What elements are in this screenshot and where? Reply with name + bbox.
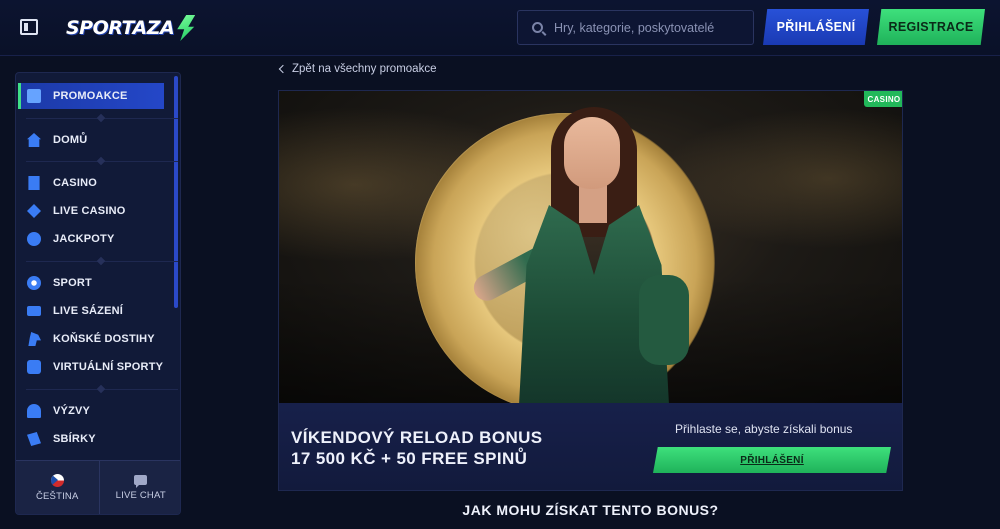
cards-collection-icon [27,432,41,446]
promo-login-button[interactable]: PŘIHLÁŠENÍ [653,447,891,473]
logo-bolt-icon [177,15,196,41]
live-chat-label: LIVE CHAT [115,489,166,501]
back-to-promotions-link[interactable]: Zpět na všechny promoakce [278,63,437,75]
sidebar-item-domu[interactable]: DOMŮ [18,127,164,153]
register-button[interactable]: REGISTRACE [877,9,985,45]
promo-title-line1: VÍKENDOVÝ RELOAD BONUS [291,428,543,447]
sidebar-item-virtualni-sporty[interactable]: VIRTUÁLNÍ SPORTY [18,354,164,380]
sidebar-item-vyzvy[interactable]: VÝZVY [18,398,164,424]
back-link-label: Zpět na všechny promoakce [292,63,437,75]
search-placeholder: Hry, kategorie, poskytovatelé [554,20,715,35]
medal-icon [27,404,41,418]
live-chat-button[interactable]: LIVE CHAT [98,461,181,514]
virtual-sports-icon [27,360,41,374]
login-button[interactable]: PŘIHLÁŠENÍ [763,9,869,45]
sidebar: PROMOAKCE DOMŮ CASINO LIVE CASINO JACKPO… [15,72,181,515]
sidebar-item-label: JACKPOTY [53,233,115,245]
gift-icon [27,89,41,103]
sidebar-scrollbar[interactable] [174,76,178,308]
sidebar-footer: ČEŠTINA LIVE CHAT [16,460,181,514]
sidebar-item-konske-dostihy[interactable]: KOŇSKÉ DOSTIHY [18,326,164,352]
sidebar-divider [26,389,178,390]
sidebar-item-label: LIVE CASINO [53,205,126,217]
sidebar-divider [26,118,178,119]
sidebar-item-promoakce[interactable]: PROMOAKCE [18,83,164,109]
clover-icon [27,232,41,246]
sidebar-item-label: DOMŮ [53,134,88,146]
slot-machine-icon [28,176,40,190]
chevron-left-icon [278,64,288,74]
sidebar-item-sbirky[interactable]: SBÍRKY [18,426,164,452]
promo-card: CASINO VÍKENDOVÝ RELOAD BONUS 17 500 KČ … [278,90,903,491]
sidebar-item-sport[interactable]: SPORT [18,270,164,296]
category-badge: CASINO [864,91,902,107]
promo-title: VÍKENDOVÝ RELOAD BONUS 17 500 KČ + 50 FR… [291,427,543,469]
sidebar-item-label: VIRTUÁLNÍ SPORTY [53,361,164,373]
sidebar-item-label: SPORT [53,277,92,289]
login-hint: Přihlaste se, abyste získali bonus [675,422,853,436]
chat-icon [134,474,148,488]
sidebar-item-live-sazeni[interactable]: LIVE SÁZENÍ [18,298,164,324]
logo[interactable]: SPORTAZA [66,12,196,44]
sidebar-item-casino[interactable]: CASINO [18,170,164,196]
top-header: SPORTAZA Hry, kategorie, poskytovatelé P… [0,0,1000,56]
sidebar-item-label: VÝZVY [53,405,91,417]
sidebar-item-label: SBÍRKY [53,433,96,445]
sidebar-item-label: LIVE SÁZENÍ [53,305,124,317]
sidebar-divider [26,161,178,162]
search-icon [532,22,543,33]
sidebar-item-live-casino[interactable]: LIVE CASINO [18,198,164,224]
logo-text: SPORTAZA [66,17,175,39]
card-icon [27,204,41,218]
sidebar-item-label: PROMOAKCE [53,90,128,102]
home-icon [27,133,41,147]
horse-icon [28,332,41,346]
sidebar-item-label: CASINO [53,177,97,189]
live-icon [27,306,41,316]
search-input[interactable]: Hry, kategorie, poskytovatelé [517,10,754,45]
section-heading: JAK MOHU ZÍSKAT TENTO BONUS? [462,502,719,518]
sidebar-item-jackpoty[interactable]: JACKPOTY [18,226,164,252]
czech-flag-icon [50,473,64,487]
sidebar-divider [26,261,178,262]
soccer-ball-icon [27,276,41,290]
sidebar-toggle-icon[interactable] [20,19,38,35]
hostess-illustration [469,105,719,403]
language-label: ČEŠTINA [35,490,79,502]
language-selector[interactable]: ČEŠTINA [16,461,99,514]
sidebar-item-label: KOŇSKÉ DOSTIHY [53,333,155,345]
promo-info-panel: VÍKENDOVÝ RELOAD BONUS 17 500 KČ + 50 FR… [279,403,902,490]
promo-title-line2: 17 500 KČ + 50 FREE SPINŮ [291,449,528,468]
promo-image: CASINO [279,91,902,403]
